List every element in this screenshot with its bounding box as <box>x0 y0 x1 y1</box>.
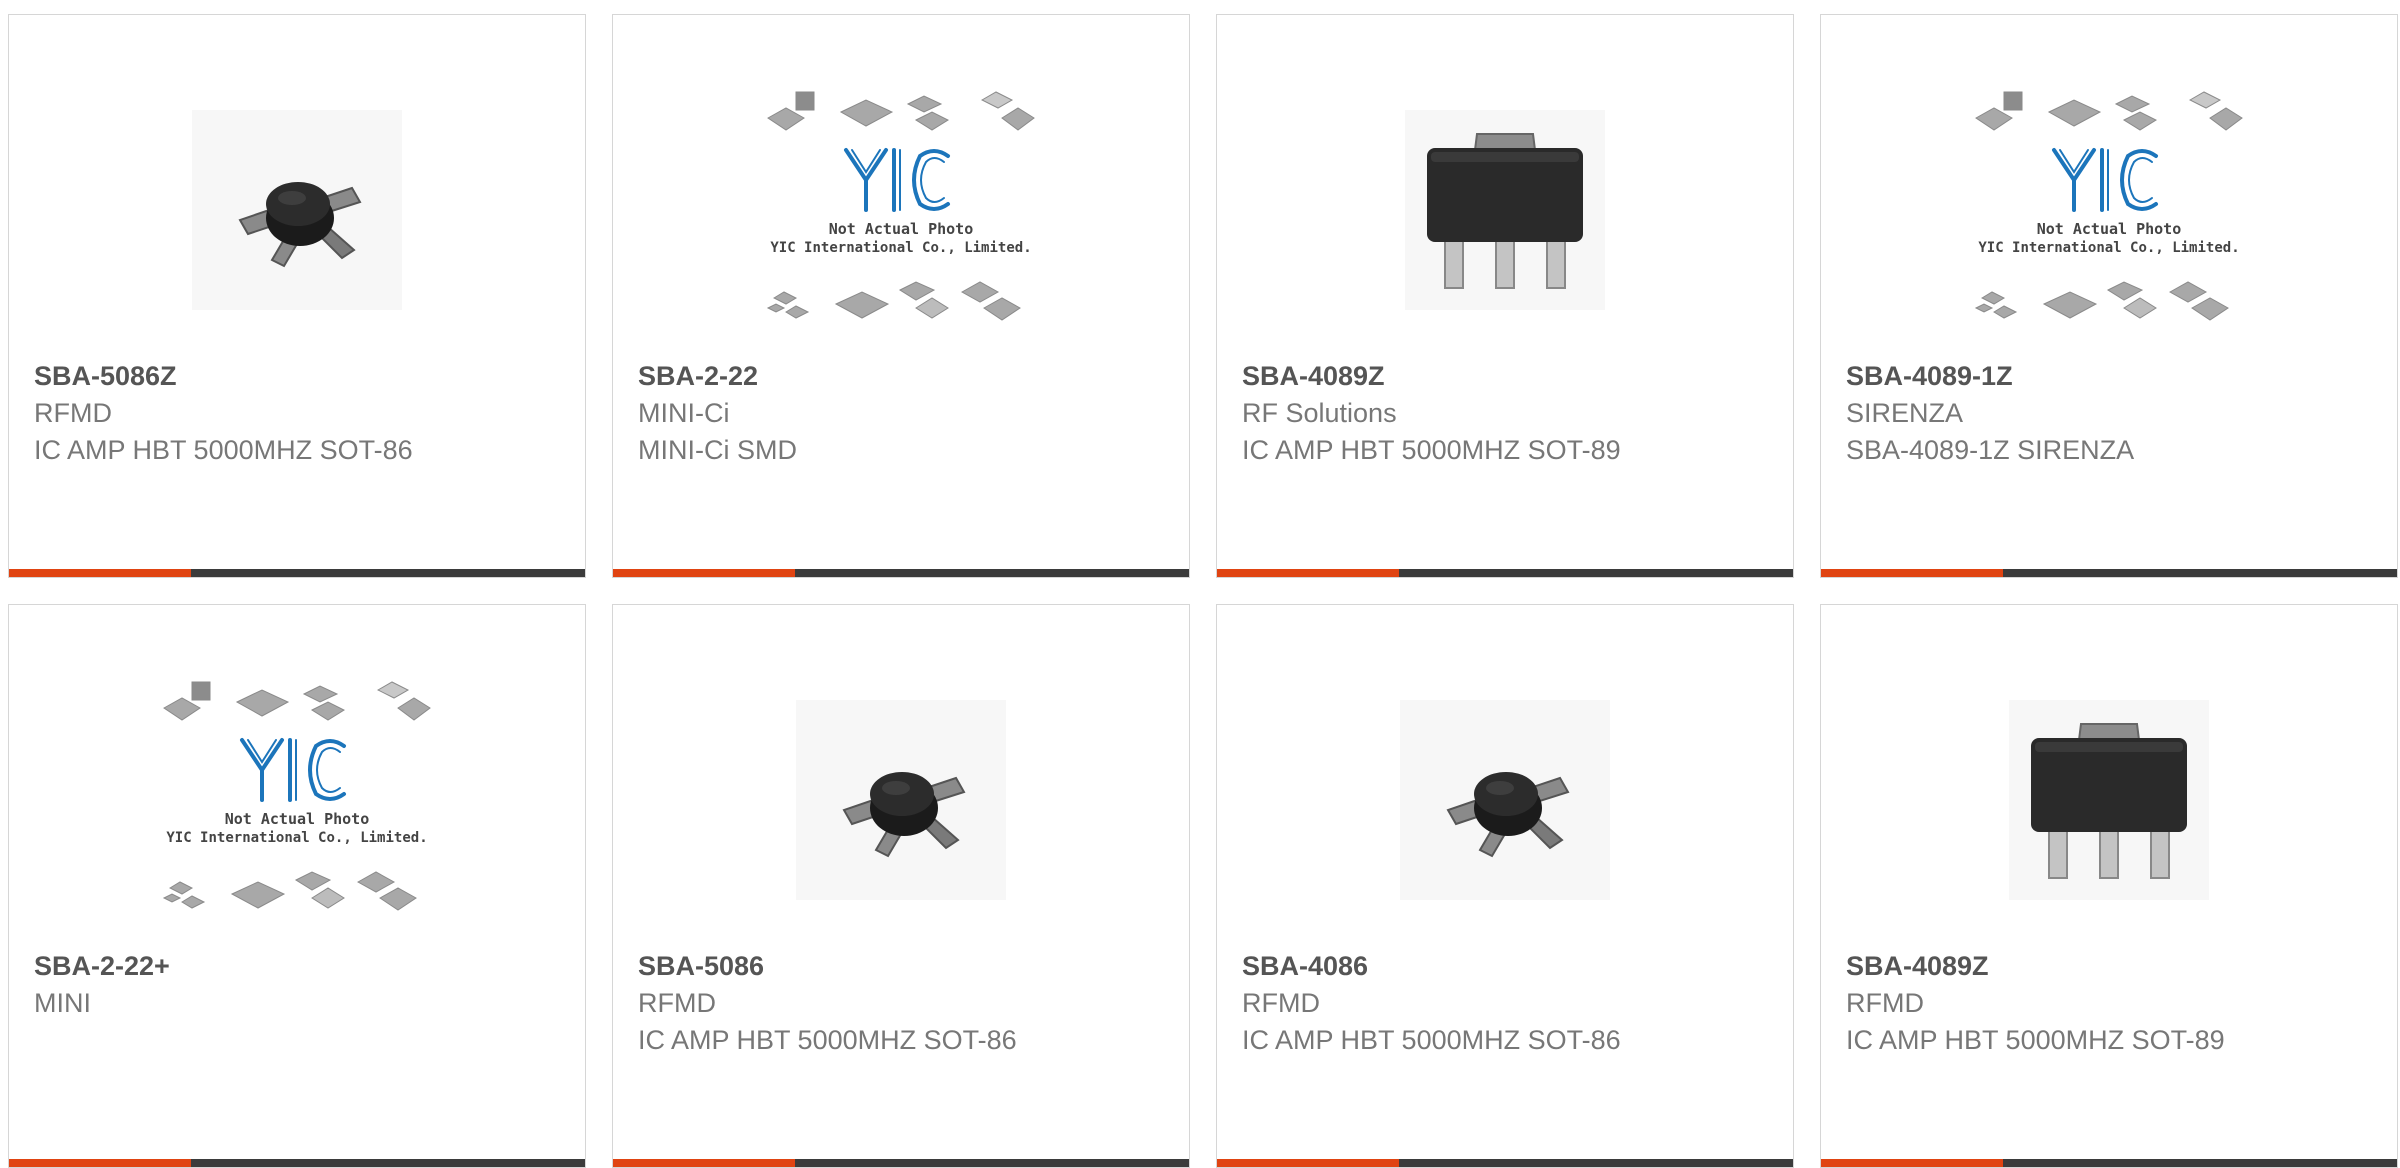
card-footer-bar <box>1217 569 1793 577</box>
accent-bar <box>1217 1159 1399 1167</box>
product-info: SBA-4089-1Z SIRENZA SBA-4089-1Z SIRENZA <box>1846 358 2377 469</box>
sot-86-package-icon <box>796 700 1006 900</box>
dark-bar <box>1399 1159 1793 1167</box>
product-info: SBA-5086Z RFMD IC AMP HBT 5000MHZ SOT-86 <box>34 358 565 469</box>
accent-bar <box>9 1159 191 1167</box>
placeholder-logo: Not Actual Photo YIC International Co., … <box>766 90 1036 330</box>
dark-bar <box>1399 569 1793 577</box>
part-number-link[interactable]: SBA-4086 <box>1242 948 1773 985</box>
placeholder-logo: Not Actual Photo YIC International Co., … <box>162 680 432 920</box>
product-image[interactable] <box>9 75 585 345</box>
manufacturer-label: MINI-Ci <box>638 398 730 428</box>
sot-86-package-icon <box>1400 700 1610 900</box>
product-info: SBA-2-22 MINI-Ci MINI-Ci SMD <box>638 358 1169 469</box>
product-image[interactable] <box>1821 665 2397 935</box>
card-footer-bar <box>1821 569 2397 577</box>
product-image[interactable]: Not Actual Photo YIC International Co., … <box>613 75 1189 345</box>
dark-bar <box>2003 1159 2397 1167</box>
card-footer-bar <box>613 569 1189 577</box>
sot-89-package-icon <box>1405 110 1605 310</box>
accent-bar <box>613 569 795 577</box>
description-label: IC AMP HBT 5000MHZ SOT-86 <box>1242 1025 1621 1055</box>
part-number-link[interactable]: SBA-4089Z <box>1846 948 2377 985</box>
part-number-link[interactable]: SBA-5086 <box>638 948 1169 985</box>
yic-logo-icon <box>2052 148 2158 212</box>
sot-89-package-icon <box>2009 700 2209 900</box>
manufacturer-label: RFMD <box>1242 988 1320 1018</box>
product-image[interactable] <box>1217 665 1793 935</box>
part-number-link[interactable]: SBA-4089-1Z <box>1846 358 2377 395</box>
product-card[interactable]: SBA-5086Z RFMD IC AMP HBT 5000MHZ SOT-86 <box>8 14 586 578</box>
manufacturer-label: RFMD <box>1846 988 1924 1018</box>
sot-86-package-icon <box>192 110 402 310</box>
accent-bar <box>9 569 191 577</box>
product-card[interactable]: Not Actual Photo YIC International Co., … <box>1820 14 2398 578</box>
accent-bar <box>1821 1159 2003 1167</box>
placeholder-logo: Not Actual Photo YIC International Co., … <box>1974 90 2244 330</box>
product-image[interactable] <box>613 665 1189 935</box>
product-card[interactable]: SBA-4089Z RF Solutions IC AMP HBT 5000MHZ … <box>1216 14 1794 578</box>
description-label: IC AMP HBT 5000MHZ SOT-89 <box>1846 1025 2225 1055</box>
part-number-link[interactable]: SBA-5086Z <box>34 358 565 395</box>
manufacturer-label: SIRENZA <box>1846 398 1964 428</box>
placeholder-caption-line1: Not Actual Photo <box>828 220 974 238</box>
product-card[interactable]: Not Actual Photo YIC International Co., … <box>8 604 586 1168</box>
dark-bar <box>795 569 1189 577</box>
part-number-link[interactable]: SBA-2-22 <box>638 358 1169 395</box>
dark-bar <box>191 569 585 577</box>
product-grid: SBA-5086ZRFMDIC AMP HBT 5000MHZ SOT-86 <box>8 14 2398 1168</box>
dark-bar <box>2003 569 2397 577</box>
product-info: SBA-5086 RFMD IC AMP HBT 5000MHZ SOT-86 <box>638 948 1169 1059</box>
manufacturer-label: RF Solutions <box>1242 398 1397 428</box>
placeholder-caption-line2: YIC International Co., Limited. <box>166 830 428 846</box>
dark-bar <box>191 1159 585 1167</box>
product-card[interactable]: SBA-4089Z RFMD IC AMP HBT 5000MHZ SOT-89 <box>1820 604 2398 1168</box>
dark-bar <box>795 1159 1189 1167</box>
placeholder-caption-line1: Not Actual Photo <box>224 810 370 828</box>
description-label: IC AMP HBT 5000MHZ SOT-86 <box>34 435 413 465</box>
description-label: SBA-4089-1Z SIRENZA <box>1846 435 2135 465</box>
manufacturer-label: RFMD <box>34 398 112 428</box>
product-info: SBA-4086 RFMD IC AMP HBT 5000MHZ SOT-86 <box>1242 948 1773 1059</box>
manufacturer-label: MINI <box>34 988 91 1018</box>
product-card[interactable]: SBA-4086 RFMD IC AMP HBT 5000MHZ SOT-86 <box>1216 604 1794 1168</box>
product-card[interactable]: SBA-5086 RFMD IC AMP HBT 5000MHZ SOT-86 <box>612 604 1190 1168</box>
product-card[interactable]: Not Actual Photo YIC International Co., … <box>612 14 1190 578</box>
yic-logo-icon <box>844 148 950 212</box>
product-info: SBA-4089Z RFMD IC AMP HBT 5000MHZ SOT-89 <box>1846 948 2377 1059</box>
part-number-link[interactable]: SBA-2-22+ <box>34 948 565 985</box>
card-footer-bar <box>1217 1159 1793 1167</box>
placeholder-caption-line2: YIC International Co., Limited. <box>770 240 1032 256</box>
card-footer-bar <box>9 569 585 577</box>
product-image[interactable]: Not Actual Photo YIC International Co., … <box>9 665 585 935</box>
description-label: IC AMP HBT 5000MHZ SOT-89 <box>1242 435 1621 465</box>
product-image[interactable] <box>1217 75 1793 345</box>
card-footer-bar <box>1821 1159 2397 1167</box>
card-footer-bar <box>613 1159 1189 1167</box>
accent-bar <box>1821 569 2003 577</box>
product-image[interactable]: Not Actual Photo YIC International Co., … <box>1821 75 2397 345</box>
product-info: SBA-4089Z RF Solutions IC AMP HBT 5000MHZ … <box>1242 358 1773 469</box>
accent-bar <box>613 1159 795 1167</box>
accent-bar <box>1217 569 1399 577</box>
manufacturer-label: RFMD <box>638 988 716 1018</box>
description-label: MINI-Ci SMD <box>638 435 797 465</box>
part-number-link[interactable]: SBA-4089Z <box>1242 358 1773 395</box>
placeholder-caption-line2: YIC International Co., Limited. <box>1978 240 2240 256</box>
product-info: SBA-2-22+ MINI <box>34 948 565 1022</box>
yic-logo-icon <box>240 738 346 802</box>
description-label: IC AMP HBT 5000MHZ SOT-86 <box>638 1025 1017 1055</box>
card-footer-bar <box>9 1159 585 1167</box>
placeholder-caption-line1: Not Actual Photo <box>2036 220 2182 238</box>
